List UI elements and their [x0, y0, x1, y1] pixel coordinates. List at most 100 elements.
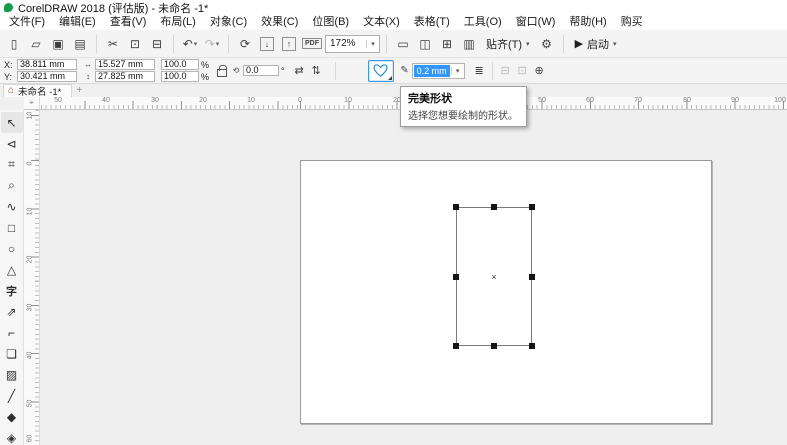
tool-drop-shadow[interactable]: ❏ — [1, 343, 23, 364]
tool-interactive-fill[interactable]: ◆ — [1, 406, 23, 427]
menu-item-view[interactable]: 查看(V) — [103, 15, 154, 30]
tool-ellipse[interactable]: ○ — [1, 238, 23, 259]
object-width-field[interactable]: 15.527 mm — [95, 59, 155, 70]
ruler-number: 50 — [54, 97, 62, 104]
ruler-number: 40 — [102, 97, 110, 104]
tool-transparency[interactable]: ▨ — [1, 364, 23, 385]
selection-handle-top-right[interactable] — [529, 204, 535, 210]
tool-text[interactable]: 字 — [1, 280, 23, 301]
scale-vertical-field[interactable]: 100.0 — [161, 71, 199, 82]
ruler-number: 80 — [683, 97, 691, 104]
lock-ratio-icon[interactable] — [217, 69, 227, 77]
save-button[interactable]: ▣ — [48, 34, 68, 54]
import-button[interactable]: ↓ — [257, 34, 277, 54]
zoom-tool-icon: ⌕ — [8, 178, 15, 193]
redo-button[interactable]: ↷▾ — [202, 34, 222, 54]
print-button[interactable]: ▤ — [70, 34, 90, 54]
mirror-vertical-button[interactable]: ⇅ — [308, 62, 325, 80]
chevron-down-icon[interactable]: ▾ — [194, 40, 198, 48]
zoom-level-combobox[interactable]: 172% ▾ — [325, 35, 380, 53]
to-front-button[interactable]: ⊡ — [514, 62, 531, 80]
object-height-field[interactable]: 27.825 mm — [95, 71, 155, 82]
tool-pick[interactable]: ↖ — [1, 112, 23, 133]
menu-item-text[interactable]: 文本(X) — [356, 15, 407, 30]
transparency-tool-icon: ▨ — [6, 368, 17, 382]
chevron-down-icon[interactable]: ▾ — [451, 67, 464, 75]
rotation-angle-field[interactable]: 0.0 — [243, 65, 279, 76]
show-rulers-button[interactable]: ◫ — [415, 34, 435, 54]
fullscreen-preview-button[interactable]: ▭ — [393, 34, 413, 54]
mirror-horizontal-button[interactable]: ⇄ — [291, 62, 308, 80]
height-icon: ↕ — [83, 72, 93, 81]
zoom-level-value: 172% — [326, 38, 366, 49]
ruler-number: 40 — [27, 350, 34, 362]
tool-eyedropper[interactable]: ╱ — [1, 385, 23, 406]
snap-to-button[interactable]: 贴齐(T) ▾ — [481, 34, 535, 54]
outline-pen-icon: ✎ — [400, 65, 410, 76]
paste-button[interactable]: ⊟ — [147, 34, 167, 54]
cut-button[interactable]: ✂ — [103, 34, 123, 54]
selection-handle-middle-right[interactable] — [529, 274, 535, 280]
tool-crop[interactable]: ⌗ — [1, 154, 23, 175]
add-preset-button[interactable]: ⊕ — [531, 62, 548, 80]
copy-button[interactable]: ⊡ — [125, 34, 145, 54]
show-guidelines-button[interactable]: ▥ — [459, 34, 479, 54]
tool-smart-fill[interactable]: ◈ — [1, 427, 23, 445]
show-grid-button[interactable]: ⊞ — [437, 34, 457, 54]
outline-width-combobox[interactable]: 0.2 mm ▾ — [412, 63, 465, 79]
tool-shape[interactable]: ⊲ — [1, 133, 23, 154]
plus-circle-icon: ⊕ — [535, 64, 544, 77]
undo-button[interactable]: ↶▾ — [180, 34, 200, 54]
menu-item-window[interactable]: 窗口(W) — [509, 15, 563, 30]
ruler-number: 10 — [247, 97, 255, 104]
y-position-field[interactable]: 30.421 mm — [17, 71, 77, 82]
menu-item-file[interactable]: 文件(F) — [2, 15, 52, 30]
launch-icon: ▶ — [575, 37, 583, 50]
menu-item-edit[interactable]: 编辑(E) — [52, 15, 103, 30]
menu-item-table[interactable]: 表格(T) — [407, 15, 457, 30]
ruler-origin[interactable]: ⌖ — [24, 97, 40, 110]
menu-item-tools[interactable]: 工具(O) — [457, 15, 509, 30]
tool-dimension[interactable]: ⇗ — [1, 301, 23, 322]
menu-item-effects[interactable]: 效果(C) — [254, 15, 305, 30]
selection-handle-middle-left[interactable] — [453, 274, 459, 280]
menu-item-help[interactable]: 帮助(H) — [562, 15, 613, 30]
selection-handle-top-middle[interactable] — [491, 204, 497, 210]
vertical-ruler[interactable]: 10 0 10 20 30 40 50 60 — [24, 110, 40, 445]
menu-item-object[interactable]: 对象(C) — [203, 15, 254, 30]
wrap-text-button[interactable]: ≣ — [471, 62, 488, 80]
tool-zoom[interactable]: ⌕ — [1, 175, 23, 196]
toolbar-separator — [173, 35, 174, 53]
new-document-button[interactable]: ▯ — [4, 34, 24, 54]
menu-item-buy[interactable]: 购买 — [614, 15, 650, 30]
export-button[interactable]: ↑ — [279, 34, 299, 54]
publish-pdf-button[interactable]: PDF — [301, 34, 323, 54]
selection-handle-top-left[interactable] — [453, 204, 459, 210]
polygon-tool-icon: △ — [7, 263, 16, 277]
toolbar-separator — [386, 35, 387, 53]
selection-handle-bottom-right[interactable] — [529, 343, 535, 349]
chevron-down-icon[interactable]: ▾ — [216, 40, 220, 48]
menu-item-layout[interactable]: 布局(L) — [153, 15, 202, 30]
tool-polygon[interactable]: △ — [1, 259, 23, 280]
open-button[interactable]: ▱ — [26, 34, 46, 54]
new-document-tab-button[interactable]: + — [72, 84, 86, 97]
scale-horizontal-field[interactable]: 100.0 — [161, 59, 199, 70]
options-button[interactable]: ⚙ — [537, 34, 557, 54]
search-content-button[interactable]: ⟳ — [235, 34, 255, 54]
selection-handle-bottom-left[interactable] — [453, 343, 459, 349]
perfect-shapes-button[interactable] — [368, 60, 394, 82]
selected-rectangle-object[interactable]: × — [456, 207, 532, 346]
chevron-down-icon[interactable]: ▾ — [366, 40, 379, 48]
selection-handle-bottom-middle[interactable] — [491, 343, 497, 349]
to-back-button[interactable]: ⊟ — [497, 62, 514, 80]
toolbox: ↖ ⊲ ⌗ ⌕ ∿ □ ○ △ 字 ⇗ ⌐ ❏ ▨ ╱ ◆ ◈ — [0, 110, 24, 445]
tool-rectangle[interactable]: □ — [1, 217, 23, 238]
x-position-field[interactable]: 38.811 mm — [17, 59, 77, 70]
tool-freehand[interactable]: ∿ — [1, 196, 23, 217]
document-tab-active[interactable]: ⌂ 未命名 -1* — [3, 84, 72, 97]
drawing-canvas[interactable]: × — [40, 110, 787, 445]
launch-button[interactable]: ▶ 启动 ▾ — [570, 34, 622, 54]
menu-item-bitmaps[interactable]: 位图(B) — [305, 15, 356, 30]
tool-connector[interactable]: ⌐ — [1, 322, 23, 343]
